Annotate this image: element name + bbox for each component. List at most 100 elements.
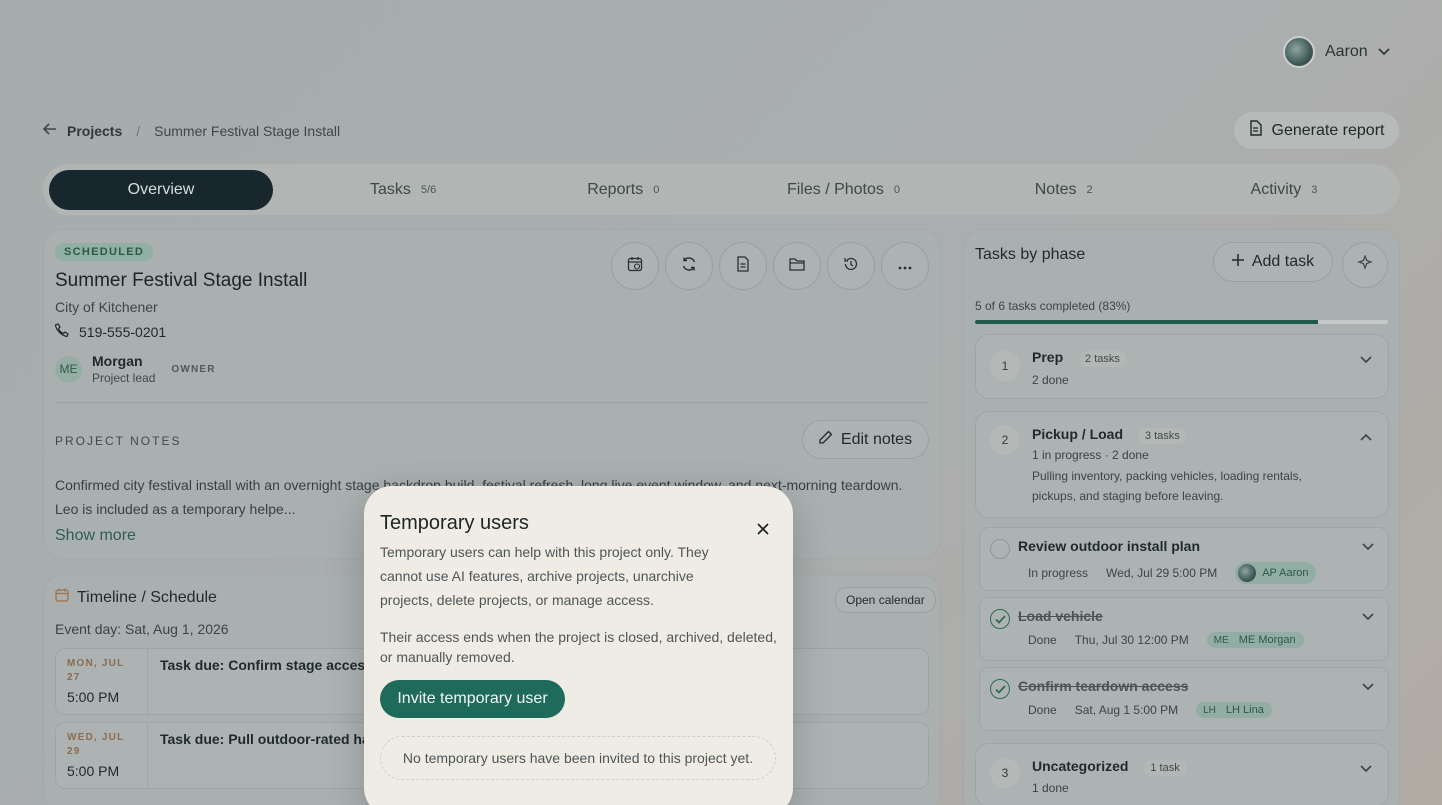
- task-meta: Done Thu, Jul 30 12:00 PM ME ME Morgan: [1028, 632, 1304, 648]
- chevron-up-icon[interactable]: [1360, 430, 1372, 444]
- chevron-down-icon[interactable]: [1360, 762, 1372, 776]
- calendar-clock-icon: [627, 256, 643, 277]
- project-notes-label: PROJECT NOTES: [55, 434, 182, 448]
- generate-report-button[interactable]: Generate report: [1233, 111, 1400, 150]
- assignee-chip: LH LH Lina: [1196, 702, 1272, 718]
- task-item[interactable]: Load vehicle Done Thu, Jul 30 12:00 PM M…: [979, 597, 1389, 661]
- document-icon: [1249, 120, 1262, 141]
- tab-label: Files / Photos: [786, 180, 884, 198]
- sparkle-icon: [1357, 253, 1373, 276]
- progress-text: 5 of 6 tasks completed (83%): [975, 299, 1131, 313]
- tab-label: Activity: [1250, 180, 1302, 198]
- phase-group-uncategorized[interactable]: 3 Uncategorized 1 task 1 done: [975, 743, 1389, 805]
- phase-group-prep[interactable]: 1 Prep 2 tasks 2 done: [975, 334, 1389, 399]
- phone-row[interactable]: 519-555-0201: [54, 323, 167, 340]
- owner-name: Morgan: [92, 353, 143, 369]
- history-button[interactable]: [827, 242, 875, 290]
- timeline-date: WED, JUL 29: [67, 732, 125, 757]
- report-button[interactable]: [719, 242, 767, 290]
- phase-name-label: Uncategorized: [1032, 758, 1129, 774]
- task-status: Done: [1028, 703, 1057, 717]
- phase-name: Prep 2 tasks: [1032, 349, 1126, 367]
- tab-overview[interactable]: Overview: [49, 169, 273, 210]
- assignee-name: LH Lina: [1225, 704, 1264, 716]
- task-due: Thu, Jul 30 12:00 PM: [1074, 633, 1189, 647]
- phase-status: 1 in progress · 2 done: [1032, 448, 1149, 462]
- tab-notes[interactable]: Notes 2: [954, 170, 1174, 210]
- history-icon: [843, 256, 859, 277]
- phase-group-pickup-load[interactable]: 2 Pickup / Load 3 tasks 1 in progress · …: [975, 411, 1389, 518]
- breadcrumb-projects-link[interactable]: Projects: [67, 123, 122, 139]
- ai-suggest-button[interactable]: [1342, 242, 1388, 288]
- breadcrumb: Projects / Summer Festival Stage Install: [42, 122, 340, 139]
- phase-description: Pulling inventory, packing vehicles, loa…: [1032, 469, 1302, 503]
- timeline-time: 5:00 PM: [67, 763, 120, 779]
- section-divider: [55, 402, 929, 403]
- assignee-initials: LH: [1203, 704, 1216, 716]
- tab-label: Tasks: [370, 180, 411, 198]
- timeline-header: Timeline / Schedule: [55, 588, 217, 607]
- edit-notes-label: Edit notes: [840, 430, 913, 448]
- task-status: In progress: [1028, 566, 1089, 580]
- assignee-initials: ME: [1213, 634, 1229, 646]
- chevron-down-icon[interactable]: [1362, 680, 1374, 694]
- phase-number: 1: [990, 351, 1020, 381]
- phase-name-label: Pickup / Load: [1032, 426, 1124, 442]
- task-item[interactable]: Review outdoor install plan In progress …: [979, 527, 1389, 591]
- chevron-down-icon: [1378, 45, 1390, 59]
- tab-count: 0: [653, 183, 660, 196]
- task-name: Review outdoor install plan: [1018, 538, 1201, 554]
- chevron-down-icon[interactable]: [1362, 610, 1374, 624]
- close-icon[interactable]: [757, 521, 769, 537]
- app-root: Aaron Projects / Summer Festival Stage I…: [0, 0, 1442, 805]
- assignee-chip: AP Aaron: [1235, 562, 1317, 584]
- client-name: City of Kitchener: [55, 299, 158, 315]
- sync-button[interactable]: [665, 242, 713, 290]
- chevron-down-icon[interactable]: [1362, 540, 1374, 554]
- chevron-down-icon[interactable]: [1360, 353, 1372, 367]
- phase-number: 2: [990, 425, 1020, 455]
- add-task-button[interactable]: Add task: [1213, 242, 1333, 282]
- task-checkbox-checked[interactable]: [990, 679, 1010, 699]
- assignee-avatar: [1238, 564, 1257, 582]
- document-icon: [736, 255, 750, 277]
- phase-task-count: 1 task: [1144, 760, 1186, 776]
- owner-badge: OWNER: [171, 363, 216, 375]
- more-options-button[interactable]: [881, 242, 929, 290]
- tab-tasks[interactable]: Tasks 5/6: [293, 170, 513, 210]
- tab-files-photos[interactable]: Files / Photos 0: [733, 170, 953, 210]
- calendar-icon: [55, 588, 69, 607]
- tab-activity[interactable]: Activity 3: [1174, 170, 1394, 210]
- phase-status: 1 done: [1032, 781, 1069, 795]
- task-meta: In progress Wed, Jul 29 5:00 PM AP Aaron: [1028, 562, 1317, 584]
- task-checkbox-checked[interactable]: [990, 609, 1010, 629]
- files-button[interactable]: [773, 242, 821, 290]
- task-item[interactable]: Confirm teardown access Done Sat, Aug 1 …: [979, 667, 1389, 731]
- modal-title: Temporary users: [380, 512, 529, 534]
- timeline-date: MON, JUL 27: [67, 658, 125, 683]
- assignee-name: AP Aaron: [1262, 567, 1309, 579]
- phone-number: 519-555-0201: [79, 323, 167, 340]
- edit-notes-button[interactable]: Edit notes: [802, 420, 929, 459]
- open-calendar-button[interactable]: Open calendar: [835, 587, 936, 613]
- tab-label: Overview: [127, 180, 195, 198]
- phase-task-count: 2 tasks: [1079, 351, 1126, 367]
- back-arrow-icon[interactable]: [42, 122, 57, 139]
- status-badge: SCHEDULED: [55, 243, 154, 261]
- schedule-button[interactable]: [611, 242, 659, 290]
- empty-state: No temporary users have been invited to …: [380, 736, 776, 780]
- phase-name-label: Prep: [1032, 349, 1064, 365]
- task-due: Sat, Aug 1 5:00 PM: [1074, 703, 1179, 717]
- invite-temporary-user-button[interactable]: Invite temporary user: [380, 680, 565, 718]
- user-name: Aaron: [1325, 43, 1368, 60]
- tab-count: 2: [1086, 183, 1093, 196]
- modal-description: Temporary users can help with this proje…: [380, 544, 709, 608]
- phase-status: 2 done: [1032, 373, 1069, 387]
- generate-report-label: Generate report: [1271, 121, 1385, 139]
- show-more-link[interactable]: Show more: [55, 527, 136, 545]
- refresh-icon: [681, 256, 697, 277]
- task-checkbox[interactable]: [990, 539, 1010, 559]
- breadcrumb-separator: /: [136, 122, 141, 139]
- user-menu[interactable]: Aaron: [1283, 36, 1390, 68]
- tab-reports[interactable]: Reports 0: [513, 170, 733, 210]
